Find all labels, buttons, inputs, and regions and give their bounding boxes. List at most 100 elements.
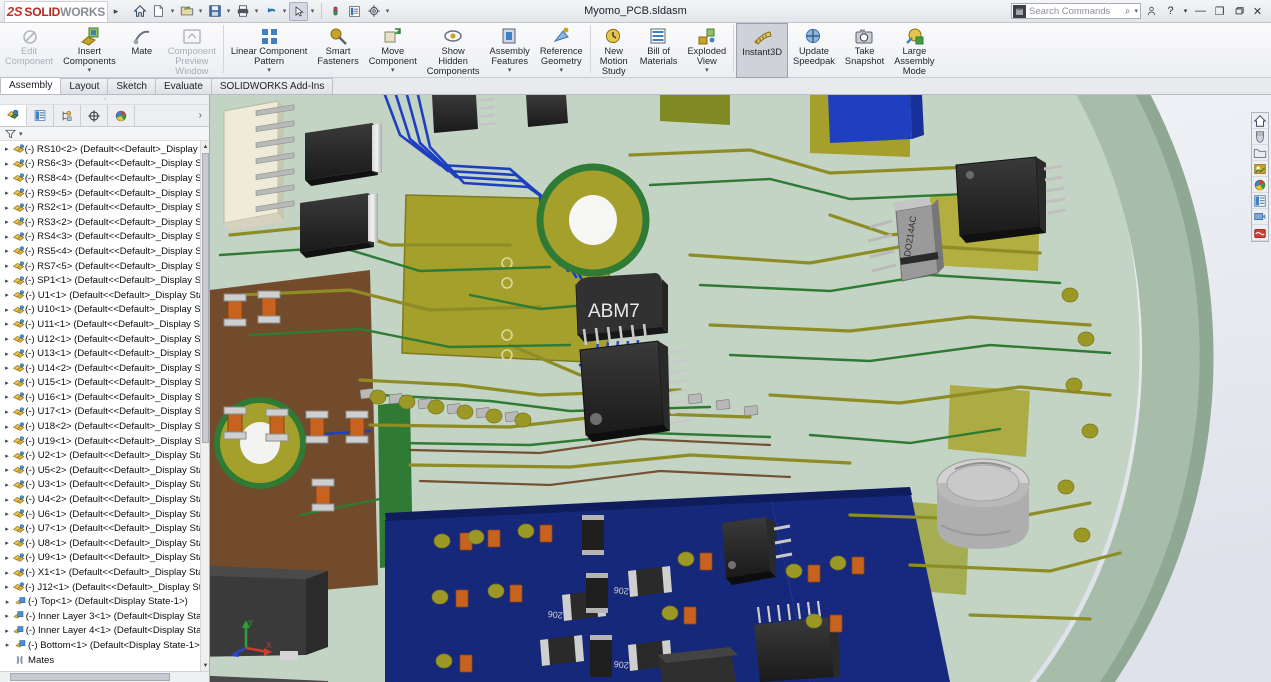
tree-filter-bar[interactable]: ▾ (0, 127, 209, 141)
ribbon-button-insert-components[interactable]: Insert Components ▾ (58, 23, 121, 78)
feature-tree-item[interactable]: ▸ (-) U12<1> (Default<<Default>_Display S… (0, 332, 209, 347)
tree-expand-arrow[interactable]: ▸ (2, 496, 12, 504)
feature-tree-item[interactable]: ▸ (-) U5<2> (Default<<Default>_Display St… (0, 463, 209, 478)
feature-tree-item[interactable]: ▸ (-) U11<1> (Default<<Default>_Display S… (0, 317, 209, 332)
feature-tree-item[interactable]: ▸ (-) U10<1> (Default<<Default>_Display S… (0, 303, 209, 318)
feature-tree-item[interactable]: ▸ (-) Inner Layer 4<1> (Default<Display S… (0, 624, 209, 639)
tree-expand-arrow[interactable]: ▸ (2, 189, 12, 197)
tree-expand-arrow[interactable]: ▸ (2, 204, 12, 212)
ribbon-button-exploded-view[interactable]: Exploded View ▾ (682, 23, 731, 78)
tree-expand-arrow[interactable]: ▸ (2, 320, 12, 328)
tree-expand-arrow[interactable]: ▸ (2, 466, 12, 474)
ribbon-button-smart-fasteners[interactable]: Smart Fasteners (312, 23, 363, 78)
feature-tree-item[interactable]: ▸ (-) U3<1> (Default<<Default>_Display St… (0, 478, 209, 493)
tree-scroll-up-arrow[interactable]: ▲ (201, 141, 209, 152)
tree-expand-arrow[interactable]: ▸ (2, 160, 12, 168)
filter-caret[interactable]: ▾ (19, 130, 23, 138)
pcb-assembly-model[interactable]: ABM7 DO214AC 1206 1206 1206 X Y (210, 95, 1271, 682)
dimxpert-manager-tab[interactable] (81, 105, 108, 126)
feature-tree-item[interactable]: ▸ (-) RS8<4> (Default<<Default>_Display S… (0, 171, 209, 186)
feature-tree-item[interactable]: ▸ (-) RS10<2> (Default<<Default>_Display … (0, 142, 209, 157)
feature-tree-item[interactable]: ▸ (-) RS9<5> (Default<<Default>_Display S… (0, 186, 209, 201)
decals-icon[interactable] (1252, 225, 1268, 241)
tree-scroll-thumb[interactable] (202, 153, 209, 443)
tree-expand-arrow[interactable]: ▸ (2, 247, 12, 255)
ribbon-button-caret[interactable]: ▾ (267, 67, 271, 74)
ribbon-button-mate[interactable]: Mate (121, 23, 163, 78)
property-manager-tab[interactable] (27, 105, 54, 126)
tree-vertical-scrollbar[interactable]: ▲ ▼ (200, 141, 209, 671)
tab-solidworks-add-ins[interactable]: SOLIDWORKS Add-Ins (210, 78, 334, 94)
display-manager-tab[interactable] (108, 105, 135, 126)
feature-tree-item[interactable]: ▸ (-) U17<1> (Default<<Default>_Display S… (0, 405, 209, 420)
ribbon-button-caret[interactable]: ▾ (508, 67, 512, 74)
ribbon-button-linear-component-pattern[interactable]: Linear Component Pattern ▾ (226, 23, 313, 78)
ribbon-button-update-speedpak[interactable]: Update Speedpak (788, 23, 840, 78)
tree-expand-arrow[interactable]: ▸ (2, 393, 12, 401)
custom-properties-icon[interactable] (1252, 193, 1268, 209)
ribbon-button-large-assembly-mode[interactable]: Large Assembly Mode (889, 23, 939, 78)
ribbon-button-take-snapshot[interactable]: Take Snapshot (840, 23, 889, 78)
tree-expand-arrow[interactable]: ▸ (2, 481, 12, 489)
tree-expand-arrow[interactable]: ▸ (2, 583, 12, 591)
panel-splitter-handle[interactable]: ◦ (0, 95, 209, 105)
appearances-icon[interactable] (1252, 129, 1268, 145)
feature-tree-item[interactable]: ▸ (-) U7<1> (Default<<Default>_Display St… (0, 521, 209, 536)
feature-tree-item[interactable]: ▸ (-) Bottom<1> (Default<Display State-1>… (0, 638, 209, 653)
tab-assembly[interactable]: Assembly (0, 77, 62, 94)
tree-horizontal-scrollbar[interactable] (0, 671, 209, 682)
tree-expand-arrow[interactable]: ▸ (2, 569, 12, 577)
feature-tree-item[interactable]: ▸ (-) U6<1> (Default<<Default>_Display St… (0, 507, 209, 522)
feature-tree-item[interactable]: ▸ (-) U14<2> (Default<<Default>_Display S… (0, 361, 209, 376)
ribbon-button-caret[interactable]: ▾ (88, 67, 92, 74)
tree-expand-arrow[interactable]: ▸ (2, 291, 12, 299)
feature-tree-item[interactable]: ▸ (-) Inner Layer 3<1> (Default<Display S… (0, 609, 209, 624)
feature-tree-item[interactable]: ▸ (-) RS6<3> (Default<<Default>_Display S… (0, 157, 209, 172)
feature-tree-item[interactable]: ▸ (-) U8<1> (Default<<Default>_Display St… (0, 536, 209, 551)
feature-tree-item[interactable]: ▸ (-) U18<2> (Default<<Default>_Display S… (0, 419, 209, 434)
tree-expand-arrow[interactable]: ▸ (2, 277, 12, 285)
feature-tree-item[interactable]: ▸ (-) RS4<3> (Default<<Default>_Display S… (0, 230, 209, 245)
tab-layout[interactable]: Layout (60, 78, 109, 94)
ribbon-button-new-motion-study[interactable]: New Motion Study (593, 23, 635, 78)
feature-tree-item[interactable]: ▸ (-) U13<1> (Default<<Default>_Display S… (0, 346, 209, 361)
feature-tree-item[interactable]: ▸ (-) U15<1> (Default<<Default>_Display S… (0, 376, 209, 391)
tree-expand-arrow[interactable]: ▸ (2, 612, 12, 620)
tree-expand-arrow[interactable]: ▸ (2, 641, 13, 649)
expand-panel-chevron[interactable]: › (199, 110, 209, 121)
ribbon-button-bill-of-materials[interactable]: Bill of Materials (635, 23, 683, 78)
scenes-lights-cameras-icon[interactable] (1252, 161, 1268, 177)
feature-tree-item[interactable]: ▸ (-) X1<1> (Default<<Default>_Display St… (0, 565, 209, 580)
feature-tree-item[interactable]: ▸ (-) RS5<4> (Default<<Default>_Display S… (0, 244, 209, 259)
tree-expand-arrow[interactable]: ▸ (2, 452, 12, 460)
tree-expand-arrow[interactable]: ▸ (2, 423, 12, 431)
tree-expand-arrow[interactable]: ▸ (2, 364, 12, 372)
tree-expand-arrow[interactable]: ▸ (2, 350, 12, 358)
feature-tree-item[interactable]: ▸ (-) U2<1> (Default<<Default>_Display St… (0, 448, 209, 463)
tree-expand-arrow[interactable]: ▸ (2, 510, 12, 518)
feature-manager-tab[interactable] (0, 105, 27, 126)
tree-scroll-down-arrow[interactable]: ▼ (201, 660, 209, 671)
configuration-manager-tab[interactable] (54, 105, 81, 126)
tree-hscroll-thumb[interactable] (10, 673, 170, 681)
ribbon-button-assembly-features[interactable]: Assembly Features ▾ (485, 23, 535, 78)
feature-tree-item[interactable]: ▸ (-) RS2<1> (Default<<Default>_Display S… (0, 200, 209, 215)
ribbon-button-instant3d[interactable]: Instant3D (736, 23, 789, 78)
feature-tree[interactable]: ▸ (-) RS10<2> (Default<<Default>_Display … (0, 141, 209, 671)
open-library-folder-icon[interactable] (1252, 145, 1268, 161)
tree-expand-arrow[interactable]: ▸ (2, 598, 13, 606)
ribbon-button-caret[interactable]: ▾ (560, 67, 564, 74)
feature-tree-item[interactable]: ▸ (-) U1<1> (Default<<Default>_Display St… (0, 288, 209, 303)
tree-expand-arrow[interactable]: ▸ (2, 525, 12, 533)
tab-sketch[interactable]: Sketch (107, 78, 156, 94)
graphics-viewport[interactable]: ◧◨—❐✕ (210, 95, 1271, 682)
feature-tree-item[interactable]: ▸ (-) U16<1> (Default<<Default>_Display S… (0, 390, 209, 405)
tree-expand-arrow[interactable]: ▸ (2, 335, 12, 343)
view-home-icon[interactable] (1252, 113, 1268, 129)
feature-tree-item[interactable]: ▸ (-) RS7<5> (Default<<Default>_Display S… (0, 259, 209, 274)
ribbon-button-reference-geometry[interactable]: Reference Geometry ▾ (535, 23, 588, 78)
display-manager-palette-icon[interactable] (1252, 177, 1268, 193)
feature-tree-item[interactable]: ▸ (-) SP1<1> (Default<<Default>_Display S… (0, 273, 209, 288)
ribbon-button-move-component[interactable]: Move Component ▾ (364, 23, 422, 78)
tree-expand-arrow[interactable]: ▸ (2, 233, 12, 241)
